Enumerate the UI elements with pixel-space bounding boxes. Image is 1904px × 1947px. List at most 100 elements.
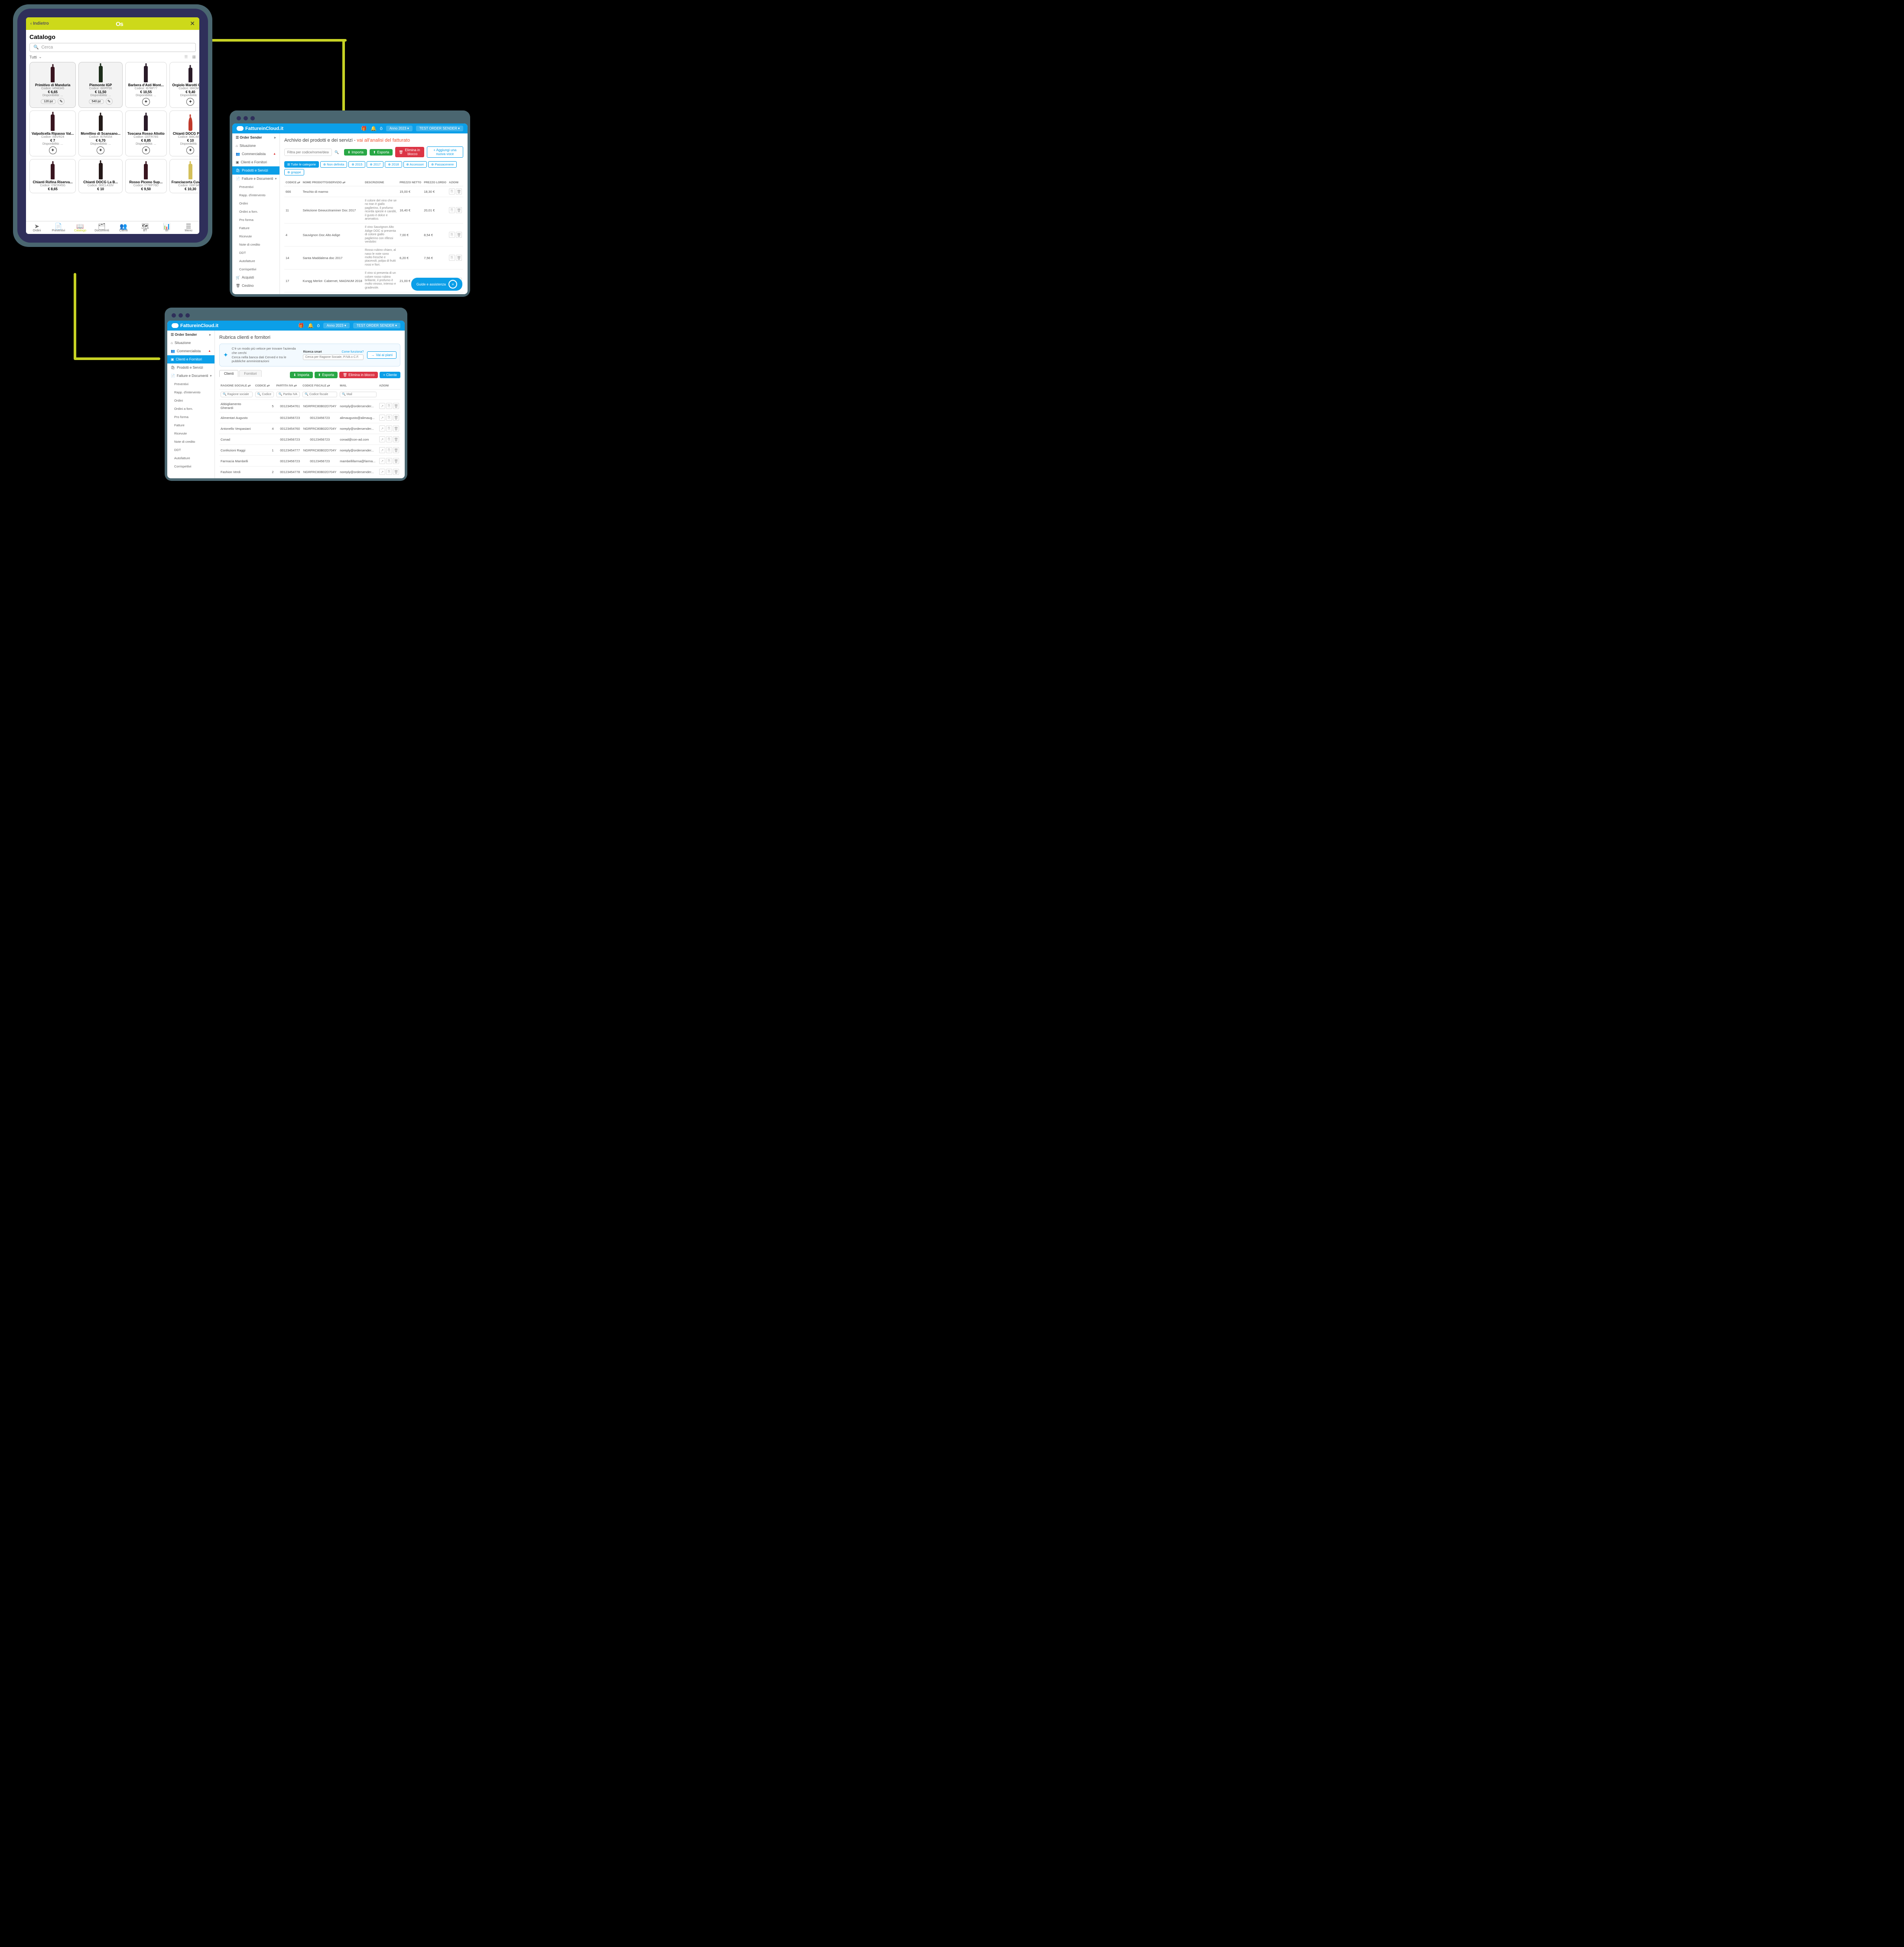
sidebar-item-clienti-e-fornitori[interactable]: ▣Clienti e Fornitori [167, 355, 214, 363]
account-dropdown[interactable]: TEST ORDER SENDER ▾ [416, 126, 463, 131]
analytics-link[interactable]: vai all'analisi del fatturato [357, 138, 410, 143]
category-filter[interactable]: ⊕ 2015 [348, 161, 365, 168]
category-filter[interactable]: ⊞ Tutte le categorie [284, 161, 319, 168]
grid-view-icon[interactable]: ▦ [192, 55, 196, 59]
table-row[interactable]: Conad0012345672300123456723conad@con-ad.… [219, 434, 400, 445]
category-filter[interactable]: ⊕ grappe [284, 169, 304, 175]
copy-icon[interactable]: ⎘ [386, 458, 392, 464]
sidebar-sub-pro-forma[interactable]: Pro forma [232, 216, 279, 224]
product-card[interactable]: Morellino di Scansano... Codice: I67MS54… [78, 110, 123, 156]
delete-icon[interactable]: 🗑 [456, 255, 462, 261]
sidebar-sub-corrispettivi[interactable]: Corrispettivi [167, 462, 214, 471]
year-dropdown[interactable]: Anno 2023 ▾ [323, 323, 350, 328]
add-button[interactable]: + Aggiungi una nuova voce [427, 146, 463, 158]
sidebar-item-situazione[interactable]: ⌂Situazione [232, 142, 279, 150]
tab-suppliers[interactable]: Fornitori [239, 370, 261, 377]
tab-clients[interactable]: Clienti [219, 370, 238, 377]
copy-icon[interactable]: ⎘ [449, 255, 455, 261]
bell-icon[interactable]: 🔔 [308, 323, 314, 328]
copy-icon[interactable]: ⎘ [449, 207, 455, 213]
bulk-delete-button[interactable]: 🗑 Elimina in blocco [395, 147, 424, 157]
sidebar-title[interactable]: ☰ Order Sender▸ [167, 331, 214, 339]
plans-button[interactable]: → Vai ai piani [367, 351, 396, 359]
add-icon[interactable]: + [186, 146, 194, 154]
copy-icon[interactable]: ⎘ [386, 436, 392, 442]
col-header[interactable]: DESCRIZIONE [364, 179, 398, 186]
account-dropdown[interactable]: TEST ORDER SENDER ▾ [353, 323, 400, 328]
add-icon[interactable]: + [142, 146, 150, 154]
nav-clienti[interactable]: 👥Clienti [113, 223, 134, 232]
col-header[interactable]: NOME PRODOTTO/SERVIZIO ▴▾ [302, 179, 364, 186]
product-card[interactable]: Barbera d'Asti Mont... Codice: I67BP77 €… [125, 62, 167, 108]
table-row[interactable]: 14Santa Maddalena doc 2017Rosso rubino c… [284, 247, 463, 269]
copy-icon[interactable]: ⎘ [386, 447, 392, 453]
stats-icon[interactable]: ↗ [379, 425, 385, 432]
flame-icon[interactable]: ö [317, 323, 320, 328]
sidebar-sub-ricevute[interactable]: Ricevute [167, 429, 214, 438]
col-header[interactable]: CODICE ▴▾ [284, 179, 302, 186]
product-card[interactable]: Franciacorta Cuvee P... Codice: I30F345C… [169, 159, 199, 193]
sidebar-sub-preventivi[interactable]: Preventivi [232, 183, 279, 191]
sidebar-sub-note-di-credito[interactable]: Note di credito [167, 438, 214, 446]
delete-icon[interactable]: 🗑 [393, 403, 399, 409]
stats-icon[interactable]: ↗ [379, 458, 385, 464]
bulk-delete-button[interactable]: 🗑 Elimina in blocco [339, 372, 378, 378]
category-filter[interactable]: ⊕ 2017 [367, 161, 383, 168]
sidebar-sub-ricevute[interactable]: Ricevute [232, 232, 279, 240]
product-card[interactable]: Toscana Rosso Aliotto Codice: I20TR78S €… [125, 110, 167, 156]
table-row[interactable]: Abbigliamento Gherardi500123454761NGRFRC… [219, 400, 400, 412]
back-button[interactable]: ‹ Indietro [30, 21, 49, 26]
table-row[interactable]: Antonello Vespasiani400123454760NGRFRC80… [219, 423, 400, 434]
copy-icon[interactable]: ⎘ [386, 425, 392, 432]
product-card[interactable]: Piemonte IGP Codice: I60PP56 € 11,50 Dis… [78, 62, 123, 108]
col-header[interactable]: CODICE FISCALE ▴▾ [301, 382, 338, 389]
sidebar-item-clienti-e-fornitori[interactable]: ▣Clienti e Fornitori [232, 158, 279, 166]
sidebar-sub-corrispettivi[interactable]: Corrispettivi [232, 265, 279, 273]
stats-icon[interactable]: ↗ [379, 469, 385, 475]
help-button[interactable]: Guide e assistenza≡ [411, 278, 462, 291]
delete-icon[interactable]: 🗑 [456, 207, 462, 213]
sidebar-sub-fatture[interactable]: Fatture [167, 421, 214, 429]
col-header[interactable]: PREZZO NETTO [398, 179, 422, 186]
column-filter[interactable] [221, 392, 253, 397]
sidebar-item-prodotti-e-servizi[interactable]: 🛍Prodotti e Servizi [167, 363, 214, 372]
copy-icon[interactable]: ⎘ [449, 188, 455, 195]
product-card[interactable]: Valpolicella Ripasso Val... Codice: I56V… [29, 110, 76, 156]
table-row[interactable]: Farmacia Mambelli0012345672300123456723m… [219, 456, 400, 467]
year-dropdown[interactable]: Anno 2023 ▾ [386, 126, 413, 131]
table-row[interactable]: Alimentari Augusto0012345672300123456723… [219, 412, 400, 423]
copy-icon[interactable]: ⎘ [386, 415, 392, 421]
delete-icon[interactable]: 🗑 [456, 188, 462, 195]
delete-icon[interactable]: 🗑 [393, 425, 399, 432]
sidebar-sub-ordini-a-forn-[interactable]: Ordini a forn. [232, 208, 279, 216]
product-card[interactable]: Rosso Piceno Sup... Codice: I77RP76D € 9… [125, 159, 167, 193]
table-row[interactable]: Confezioni Raggi100123454777NGRFRC80B02D… [219, 445, 400, 456]
gift-icon[interactable]: 🎁 [298, 323, 304, 328]
smart-search-input[interactable] [303, 354, 364, 360]
copy-icon[interactable]: ⎘ [386, 469, 392, 475]
stats-icon[interactable]: ↗ [379, 447, 385, 453]
column-filter[interactable] [340, 392, 377, 397]
col-header[interactable]: AZIONI [378, 382, 400, 389]
close-icon[interactable]: ✕ [190, 20, 195, 27]
import-button[interactable]: ⬇ Importa [344, 149, 367, 156]
delete-icon[interactable]: 🗑 [393, 469, 399, 475]
category-filter[interactable]: ⊕ Passacenere [428, 161, 457, 168]
delete-icon[interactable]: 🗑 [393, 447, 399, 453]
product-card[interactable]: Chianti DOCG Piccini Codice: I88C487G € … [169, 110, 199, 156]
sidebar-item-acquisti[interactable]: 🛒Acquisti [232, 273, 279, 282]
col-header[interactable]: PREZZO LORDO [422, 179, 448, 186]
sidebar-item-situazione[interactable]: ⌂Situazione [167, 339, 214, 347]
sidebar-sub-note-di-credito[interactable]: Note di credito [232, 240, 279, 249]
col-header[interactable]: MAIL [338, 382, 378, 389]
add-icon[interactable]: + [97, 146, 104, 154]
nav-documenti[interactable]: 🗂Documenti [91, 223, 113, 232]
flame-icon[interactable]: ö [380, 126, 383, 131]
delete-icon[interactable]: 🗑 [456, 232, 462, 238]
product-card[interactable]: Chianti Rùfina Riserva... Codice: I78CR4… [29, 159, 76, 193]
search-input[interactable]: 🔍 Cerca [29, 43, 196, 52]
copy-icon[interactable]: ⎘ [449, 232, 455, 238]
col-header[interactable]: RAGIONE SOCIALE ▴▾ [219, 382, 254, 389]
add-client-button[interactable]: + Cliente [380, 372, 400, 378]
sidebar-item-fatture-e-documenti[interactable]: 📄Fatture e Documenti▾ [167, 372, 214, 380]
